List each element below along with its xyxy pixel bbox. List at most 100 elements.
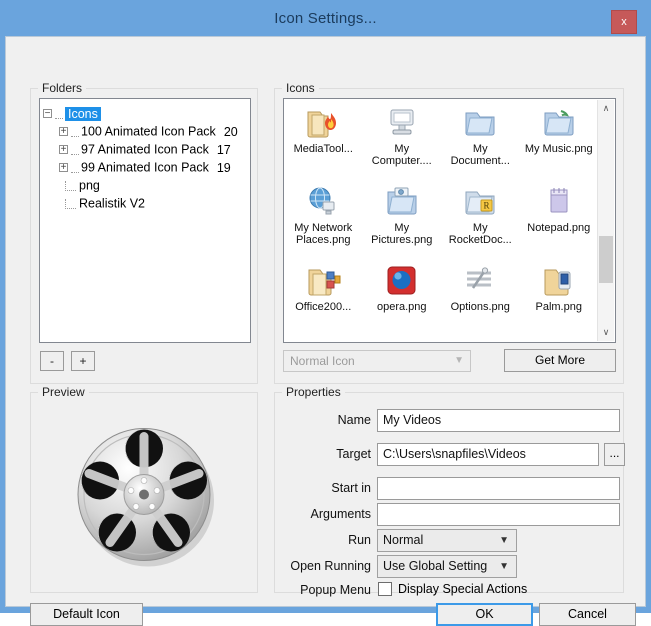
- field-row-popup-menu: Popup Menu Display Special Actions: [274, 579, 624, 603]
- display-special-actions-checkbox[interactable]: [378, 582, 392, 596]
- browse-button[interactable]: ...: [604, 443, 625, 466]
- add-folder-button[interactable]: +: [71, 351, 95, 371]
- tree-item-label: 97 Animated Icon Pack: [81, 142, 209, 157]
- folder-flame-icon: [284, 101, 363, 143]
- tree-connector: [71, 127, 79, 137]
- default-icon-button[interactable]: Default Icon: [30, 603, 143, 626]
- expand-box-icon[interactable]: +: [59, 163, 68, 173]
- scrollbar-thumb[interactable]: [599, 236, 613, 283]
- icon-item[interactable]: My Computer....: [363, 99, 442, 176]
- tree-item-100-animated-icon-pack[interactable]: +100 Animated Icon Pack 20: [43, 122, 247, 140]
- name-input[interactable]: My Videos: [377, 409, 620, 432]
- icon-item[interactable]: Notepad.png: [520, 176, 599, 255]
- tree-item-label: Realistik V2: [79, 196, 145, 211]
- icon-item[interactable]: [520, 334, 599, 342]
- preview-area: [39, 402, 251, 584]
- scroll-down-icon[interactable]: ∨: [598, 324, 614, 341]
- tree-connector: [71, 145, 79, 155]
- icon-item[interactable]: Options.png: [441, 255, 520, 334]
- start-in-label: Start in: [331, 481, 371, 495]
- field-row-open-running: Open Running Use Global Setting ▼: [274, 555, 624, 579]
- remove-folder-button[interactable]: -: [40, 351, 64, 371]
- properties-group-label: Properties: [282, 385, 345, 399]
- window-title: Icon Settings...: [274, 10, 377, 27]
- open-running-value: Use Global Setting: [383, 559, 488, 573]
- ok-button[interactable]: OK: [436, 603, 533, 626]
- network-globe-icon: [284, 180, 363, 222]
- field-row-run: Run Normal ▼: [274, 529, 624, 553]
- field-row-target: Target C:\Users\snapfiles\Videos ...: [274, 443, 625, 467]
- tree-item-label: 100 Animated Icon Pack: [81, 124, 216, 139]
- notepad-icon: [520, 180, 599, 222]
- icons-list[interactable]: MediaTool... My Computer.... My Document…: [283, 98, 616, 343]
- icon-item[interactable]: opera.png: [363, 255, 442, 334]
- collapse-box-icon[interactable]: −: [43, 109, 52, 119]
- display-special-actions-label[interactable]: Display Special Actions: [398, 579, 527, 599]
- title-bar: Icon Settings... x: [6, 4, 645, 36]
- expand-box-icon[interactable]: +: [59, 145, 68, 155]
- svg-text:R: R: [484, 201, 490, 211]
- tree-item-count: 20: [223, 124, 238, 139]
- tree-item-count: 17: [216, 142, 231, 157]
- target-input[interactable]: C:\Users\snapfiles\Videos: [377, 443, 599, 466]
- preview-group-label: Preview: [38, 385, 89, 399]
- target-label: Target: [336, 447, 371, 461]
- folder-office-icon: [284, 259, 363, 301]
- icon-item[interactable]: My Music.png: [520, 99, 599, 176]
- scroll-up-icon[interactable]: ∧: [598, 100, 614, 117]
- run-label: Run: [348, 533, 371, 547]
- open-running-select[interactable]: Use Global Setting ▼: [377, 555, 517, 578]
- icon-item[interactable]: MediaTool...: [284, 99, 363, 176]
- tree-item-png[interactable]: png: [43, 176, 247, 194]
- icon-item-label: Notepad.png: [527, 222, 591, 234]
- opera-icon: [363, 259, 442, 301]
- icon-item-label: My Music.png: [524, 143, 593, 155]
- expand-box-icon[interactable]: +: [59, 127, 68, 137]
- recycle-bin-icon: [520, 338, 599, 342]
- icon-item[interactable]: Office200...: [284, 255, 363, 334]
- start-in-input[interactable]: [377, 477, 620, 500]
- my-computer-icon: [363, 101, 442, 143]
- tree-item-icons[interactable]: − Icons: [43, 104, 247, 122]
- icon-item[interactable]: My Document...: [441, 99, 520, 176]
- icon-item[interactable]: Palm.png: [520, 255, 599, 334]
- icon-item-label: My Document...: [450, 143, 510, 167]
- properties-group: Properties Name My Videos Target C:\User…: [274, 385, 625, 597]
- icon-type-select[interactable]: Normal Icon ▼: [283, 350, 471, 372]
- run-select[interactable]: Normal ▼: [377, 529, 517, 552]
- name-label: Name: [337, 413, 371, 427]
- get-more-button[interactable]: Get More: [504, 349, 616, 372]
- tree-item-99-animated-icon-pack[interactable]: +99 Animated Icon Pack 19: [43, 158, 247, 176]
- options-sliders-icon: [441, 259, 520, 301]
- dialog-body: Folders − Icons +100 Animated Icon Pack 20…: [5, 36, 646, 626]
- tree-item-label: 99 Animated Icon Pack: [81, 160, 209, 175]
- cancel-button[interactable]: Cancel: [539, 603, 636, 626]
- folders-group: Folders − Icons +100 Animated Icon Pack 20…: [30, 81, 258, 384]
- tree-item-97-animated-icon-pack[interactable]: +97 Animated Icon Pack 17: [43, 140, 247, 158]
- icon-item[interactable]: R My RocketDoc...: [441, 176, 520, 255]
- folder-music-icon: [520, 101, 599, 143]
- icons-scrollbar[interactable]: ∧ ∨: [597, 100, 614, 341]
- folder-documents-icon: [441, 101, 520, 143]
- icon-item[interactable]: My Network Places.png: [284, 176, 363, 255]
- icon-item-label: My Network Places.png: [294, 222, 353, 246]
- icon-item[interactable]: [284, 334, 363, 342]
- icon-item[interactable]: [441, 334, 520, 342]
- tree-item-count: 19: [216, 160, 231, 175]
- close-icon[interactable]: x: [611, 10, 637, 34]
- icon-item-label: My RocketDoc...: [448, 222, 512, 246]
- arguments-input[interactable]: [377, 503, 620, 526]
- icons-grid: MediaTool... My Computer.... My Document…: [284, 99, 599, 342]
- tree-connector: [55, 109, 63, 119]
- tree-item-realistik-v2[interactable]: Realistik V2: [43, 194, 247, 212]
- arguments-label: Arguments: [310, 507, 371, 521]
- icon-item[interactable]: [363, 334, 442, 342]
- icon-item-label: opera.png: [376, 301, 427, 313]
- folder-rocketdock-icon: R: [441, 180, 520, 222]
- folder-tree[interactable]: − Icons +100 Animated Icon Pack 20 +97 Ani…: [39, 98, 251, 343]
- trash-black-icon: [363, 338, 442, 342]
- folder-palm-icon: [520, 259, 599, 301]
- icon-item-label: Options.png: [450, 301, 510, 313]
- run-value: Normal: [383, 533, 424, 547]
- icon-item[interactable]: My Pictures.png: [363, 176, 442, 255]
